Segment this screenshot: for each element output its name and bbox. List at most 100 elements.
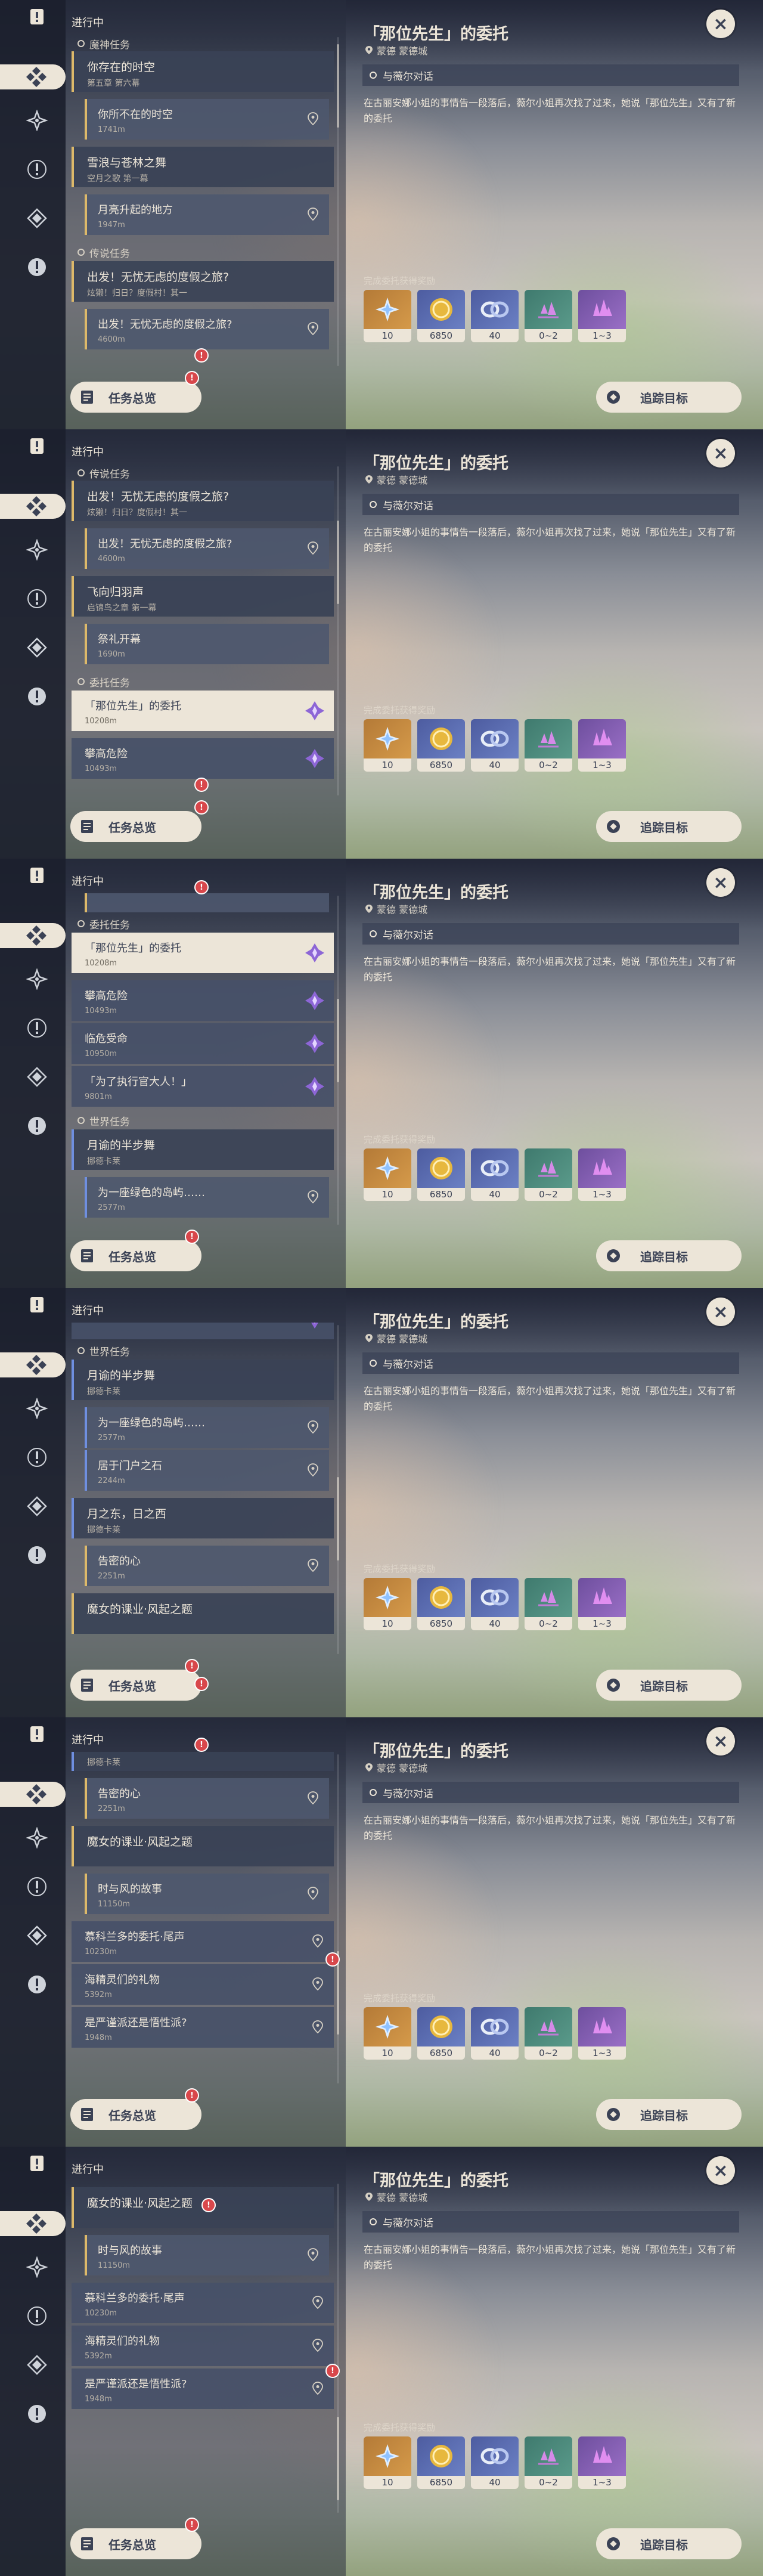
quest-overview-button[interactable]: 任务总览 — [70, 1240, 201, 1271]
sidebar-item-archon[interactable] — [24, 966, 50, 992]
quest-item[interactable]: 慕科兰多的委托·尾声 10230m — [72, 2283, 334, 2323]
waypoint-icon[interactable] — [308, 1420, 318, 1434]
quest-step-item[interactable]: 出发！无忧无虑的度假之旅? 4600m — [85, 309, 329, 349]
waypoint-icon[interactable] — [308, 112, 318, 126]
reward-item-mora[interactable]: 6850 — [417, 719, 465, 772]
sidebar-item-commission[interactable] — [24, 634, 50, 661]
quest-list[interactable]: 月之东，日之西挪德卡莱告密的心 2251m 魔女的课业·风起之题时与风的故事 1115… — [72, 1752, 337, 2086]
scroll-thumb[interactable] — [337, 44, 339, 128]
quest-list[interactable]: 传说任务 出发！无忧无虑的度假之旅? 炫獭！归日？度假村！其一 出发！无忧无虑的度假之… — [72, 464, 337, 798]
quest-list[interactable]: 魔女的课业·风起之题 时与风的故事 11150m 慕科兰多的委托·尾声 10230m 海精… — [72, 2181, 337, 2515]
quest-overview-button[interactable]: 任务总览 — [70, 2099, 201, 2130]
sidebar-item-archon[interactable] — [24, 2254, 50, 2280]
reward-item-gem-sliver[interactable]: 1~3 — [578, 1148, 626, 1201]
reward-item-adventure-exp[interactable]: 10 — [364, 290, 411, 342]
sidebar-item-world[interactable] — [24, 254, 50, 280]
sidebar-item-world[interactable] — [24, 2401, 50, 2427]
quest-item[interactable]: 9801m — [72, 1323, 334, 1339]
reward-item-gem-fragment[interactable]: 0~2 — [525, 2007, 572, 2060]
quest-step-item[interactable]: 出发！无忧无虑的度假之旅? 4600m — [85, 528, 329, 569]
sidebar-item-archon[interactable] — [24, 537, 50, 563]
reward-item-fetters[interactable]: 40 — [471, 2436, 519, 2489]
waypoint-icon[interactable] — [312, 1934, 323, 1948]
quest-item[interactable]: 慕科兰多的委托·尾声 10230m — [72, 1921, 334, 1962]
waypoint-icon[interactable] — [312, 1977, 323, 1991]
quest-item-selected[interactable]: 「那位先生」的委托 10208m — [72, 691, 334, 731]
sidebar-item-world[interactable] — [24, 683, 50, 710]
sidebar-item-quest-book[interactable] — [24, 2150, 50, 2176]
sidebar-item-world[interactable] — [24, 1542, 50, 1568]
quest-chain-item[interactable]: 出发！无忧无虑的度假之旅? 炫獭！归日？度假村！其一 — [72, 481, 334, 521]
sidebar-item-quest-book[interactable] — [24, 862, 50, 888]
close-button[interactable]: × — [706, 868, 735, 897]
sidebar-item-all[interactable] — [0, 2211, 66, 2236]
sidebar-item-all[interactable] — [0, 494, 66, 519]
sidebar-item-commission[interactable] — [24, 1922, 50, 1949]
reward-item-adventure-exp[interactable]: 10 — [364, 719, 411, 772]
quest-step-item[interactable]: 时与风的故事 11150m — [85, 1874, 329, 1914]
reward-item-fetters[interactable]: 40 — [471, 1148, 519, 1201]
quest-chain-item[interactable]: 出发！无忧无虑的度假之旅? 炫獭！归日？度假村！其一 — [72, 261, 334, 302]
sidebar-item-quest-book[interactable] — [24, 1292, 50, 1318]
quest-list-scrollbar[interactable] — [337, 2184, 339, 2513]
waypoint-icon[interactable] — [308, 322, 318, 336]
sidebar-item-archon[interactable] — [24, 107, 50, 134]
sidebar-item-story[interactable] — [24, 1015, 50, 1041]
close-button[interactable]: × — [706, 2156, 735, 2185]
sidebar-item-archon[interactable] — [24, 1395, 50, 1422]
reward-item-fetters[interactable]: 40 — [471, 290, 519, 342]
quest-step-item[interactable]: 祭礼开幕 1690m — [85, 624, 329, 664]
close-button[interactable]: × — [706, 1298, 735, 1326]
scroll-thumb[interactable] — [337, 1477, 339, 1561]
reward-item-fetters[interactable]: 40 — [471, 2007, 519, 2060]
sidebar-item-story[interactable] — [24, 2303, 50, 2329]
quest-item-selected[interactable]: 「那位先生」的委托 10208m — [72, 933, 334, 973]
reward-item-mora[interactable]: 6850 — [417, 1148, 465, 1201]
scroll-thumb[interactable] — [337, 1951, 339, 2035]
reward-item-gem-sliver[interactable]: 1~3 — [578, 719, 626, 772]
quest-chain-item[interactable]: 飞向归羽声 启锦鸟之章 第一幕 — [72, 576, 334, 617]
quest-list-scrollbar[interactable] — [337, 896, 339, 1225]
reward-item-gem-fragment[interactable]: 0~2 — [525, 719, 572, 772]
quest-item[interactable]: 攀高危险 10493m — [72, 980, 334, 1021]
close-button[interactable]: × — [706, 10, 735, 38]
quest-list-scrollbar[interactable] — [337, 466, 339, 795]
scroll-thumb[interactable] — [337, 2417, 339, 2500]
reward-item-gem-fragment[interactable]: 0~2 — [525, 2436, 572, 2489]
track-target-button[interactable]: 追踪目标 — [596, 1240, 742, 1271]
sidebar-item-archon[interactable] — [24, 1825, 50, 1851]
reward-item-gem-sliver[interactable]: 1~3 — [578, 290, 626, 342]
quest-list[interactable]: 9801m世界任务月谕的半步舞挪德卡莱为一座绿色的岛屿……2577m居于门户之石… — [72, 1323, 337, 1657]
quest-step-item[interactable]: 时与风的故事 11150m — [85, 2235, 329, 2275]
quest-chain-item[interactable]: 月谕的半步舞 挪德卡莱 — [72, 1360, 334, 1400]
reward-item-gem-sliver[interactable]: 1~3 — [578, 2007, 626, 2060]
quest-step-item[interactable]: 居于门户之石 2244m — [85, 1450, 329, 1491]
reward-item-gem-sliver[interactable]: 1~3 — [578, 2436, 626, 2489]
reward-item-fetters[interactable]: 40 — [471, 719, 519, 772]
scroll-thumb[interactable] — [337, 999, 339, 1082]
quest-list[interactable]: 1690m 委托任务「那位先生」的委托 10208m 攀高危险 10493m 临危受命 10… — [72, 893, 337, 1227]
quest-chain-item[interactable]: 雪浪与苍林之舞 空月之歌 第一幕 — [72, 147, 334, 187]
reward-item-fetters[interactable]: 40 — [471, 1578, 519, 1630]
sidebar-item-all[interactable] — [0, 1782, 66, 1807]
waypoint-icon[interactable] — [312, 2382, 323, 2395]
sidebar-item-world[interactable] — [24, 1113, 50, 1139]
quest-list-scrollbar[interactable] — [337, 1325, 339, 1654]
reward-item-adventure-exp[interactable]: 10 — [364, 2436, 411, 2489]
quest-item[interactable]: 是严谨派还是悟性派? 1948m — [72, 2368, 334, 2409]
sidebar-item-all[interactable] — [0, 64, 66, 89]
reward-item-gem-sliver[interactable]: 1~3 — [578, 1578, 626, 1630]
waypoint-icon[interactable] — [308, 1887, 318, 1900]
reward-item-mora[interactable]: 6850 — [417, 1578, 465, 1630]
waypoint-icon[interactable] — [308, 2248, 318, 2262]
quest-item[interactable]: 海精灵们的礼物 5392m — [72, 2326, 334, 2366]
quest-item[interactable]: 「为了执行官大人！」 9801m — [72, 1066, 334, 1107]
quest-list-scrollbar[interactable] — [337, 37, 339, 366]
waypoint-icon[interactable] — [312, 2339, 323, 2352]
waypoint-icon[interactable] — [308, 1791, 318, 1805]
waypoint-icon[interactable] — [308, 1463, 318, 1477]
quest-chain-item[interactable]: 你存在的时空 第五章 第六幕 — [72, 51, 334, 92]
quest-step-item[interactable]: 月亮升起的地方 1947m — [85, 194, 329, 235]
quest-list-scrollbar[interactable] — [337, 1754, 339, 2083]
sidebar-item-story[interactable] — [24, 586, 50, 612]
